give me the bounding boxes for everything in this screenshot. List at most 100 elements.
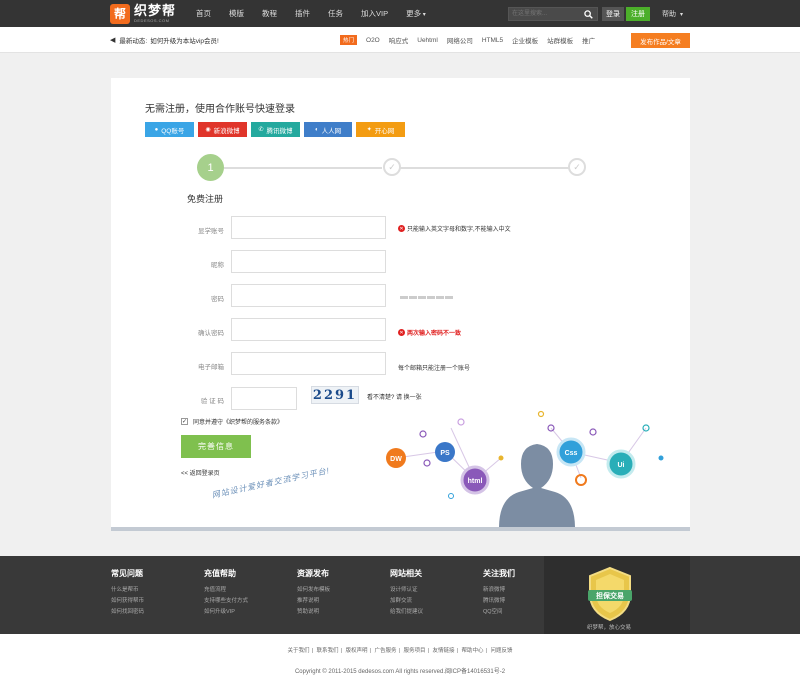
footer: 常见问题 什么是帮币 如何获得帮币 如何找回密码 充值帮助 充值流程 支持哪些支… [0,556,800,634]
help-menu[interactable]: 帮助 [662,7,683,21]
confirm-password-input[interactable] [231,318,386,341]
link-services[interactable]: 服务项目 [403,648,425,654]
nav-more[interactable]: 更多 [406,8,426,19]
register-title: 免费注册 [187,194,224,204]
nav-home[interactable]: 首页 [196,8,211,19]
dw-label: DW [390,456,402,463]
kaixin-login-button[interactable]: ✦ 开心网 [356,122,405,137]
news-ticker: ◀ 最新动态: 如何升级为本站vip会员! [110,27,219,53]
tag-network-company[interactable]: 网络公司 [447,35,473,45]
link-feedback[interactable]: 问题反馈 [490,648,512,654]
logo-domain: DEDESOS.COM [134,18,170,23]
step-connector [400,167,572,169]
tag-html5[interactable]: HTML5 [482,37,503,44]
ps-label: PS [440,450,450,457]
slogan-text: 网站设计爱好者交流学习平台! [211,465,331,500]
nav-plugins[interactable]: 插件 [295,8,310,19]
nav-tasks[interactable]: 任务 [328,8,343,19]
footer-col-faq: 常见问题 什么是帮币 如何获得帮币 如何找回密码 [111,569,145,615]
html-label: html [468,478,483,485]
network-illustration: DW PS html Css Ui [386,410,664,527]
link-copyright[interactable]: 版权声明 [346,648,368,654]
email-label: 电子邮箱 [198,364,224,371]
password-strength-meter [400,296,454,299]
site-logo[interactable]: 帮 织梦帮 DEDESOS.COM [110,3,176,24]
step-2-check-icon: ✓ [383,158,401,176]
captcha-input[interactable] [231,387,297,410]
email-hint: 每个邮箱只能注册一个账号 [398,366,471,372]
qq-login-button[interactable]: ● QQ账号 [145,122,194,137]
complete-info-button[interactable]: 完善信息 [181,435,251,458]
renren-login-button[interactable]: ◐ 人人网 [304,122,352,137]
nav-templates[interactable]: 模版 [229,8,244,19]
css-label: Css [565,450,578,457]
search-icon[interactable] [582,8,594,20]
progress-steps: 1 ✓ ✓ [197,154,587,184]
link-contact[interactable]: 联系我们 [317,648,339,654]
back-to-login-link[interactable]: << 返回登录页 [181,468,220,477]
footer-col-follow: 关注我们 新浪微博 腾讯微博 QQ空间 [483,569,515,615]
register-card: 无需注册，使用合作账号快速登录 ● QQ账号 ◉ 新浪微博 ✆ 腾讯微博 ◐ 人人网 ✦… [111,78,690,531]
link-about[interactable]: 关于我们 [288,648,310,654]
quick-login-title: 无需注册，使用合作账号快速登录 [145,104,295,115]
email-input[interactable] [231,352,386,375]
weibo-login-button[interactable]: ◉ 新浪微博 [198,122,247,137]
footer-col-recharge: 充值帮助 充值流程 支持哪些支付方式 如何升级VIP [204,569,249,615]
sub-bar: ◀ 最新动态: 如何升级为本站vip会员! 热门 O2O 响应式 Uehtml … [0,27,800,53]
tag-promotion[interactable]: 推广 [582,35,595,45]
bottom-bar: 关于我们 | 联系我们 | 版权声明 | 广告服务 | 服务项目 | 友情链接 | 帮助中心… [0,634,800,685]
logo-name: 织梦帮 [134,3,177,18]
copyright-text: Copyright © 2011-2015 dedesos.com All ri… [294,669,506,675]
renren-icon: ◐ [314,126,319,133]
tencent-weibo-icon: ✆ [258,127,264,133]
footer-col-site: 网站相关 设计师认证 加群交流 给我们提建议 [390,569,424,615]
news-label: 最新动态: [119,38,148,45]
tag-site-group[interactable]: 站群模板 [547,35,573,45]
badge-text: 担保交易 [596,591,624,600]
tag-enterprise[interactable]: 企业模板 [512,35,538,45]
terms-agreement[interactable]: ✓ 同意并遵守《织梦帮的服务条款》 [181,417,283,426]
qq-icon: ● [154,126,159,133]
nickname-input[interactable] [231,250,386,273]
login-button[interactable]: 登录 [602,7,624,21]
nickname-label: 昵称 [211,262,224,269]
tag-o2o[interactable]: O2O [366,37,380,44]
publish-button[interactable]: 发布作品/文章 [631,33,690,48]
error-icon: ✕ [398,225,405,232]
ui-label: Ui [618,462,625,469]
news-link[interactable]: 如何升级为本站vip会员! [150,35,219,45]
social-login-buttons: ● QQ账号 ◉ 新浪微博 ✆ 腾讯微博 ◐ 人人网 ✦ 开心网 [145,122,409,137]
password-input[interactable] [231,284,386,307]
nav-tutorials[interactable]: 教程 [262,8,277,19]
kaixin-icon: ✦ [366,127,372,133]
footer-links: 关于我们 | 联系我们 | 版权声明 | 广告服务 | 服务项目 | 友情链接 | 帮助中心… [287,648,513,654]
footer-col-publish: 资源发布 如何发布模板 推荐说明 赞助说明 [297,569,331,615]
step-3-check-icon: ✓ [568,158,586,176]
step-1-indicator: 1 [197,154,224,181]
captcha-image[interactable]: 2291 [311,386,359,404]
captcha-label: 验 证 码 [200,398,224,405]
error-icon: ✕ [398,329,405,336]
nav-join-vip[interactable]: 加入VIP [361,8,388,19]
password-label: 密码 [211,296,224,303]
link-help-center[interactable]: 帮助中心 [461,648,483,654]
tencent-weibo-login-button[interactable]: ✆ 腾讯微博 [251,122,300,137]
shield-icon: 担保交易 [588,566,632,622]
tag-responsive[interactable]: 响应式 [389,35,409,45]
hot-badge: 热门 [340,35,358,45]
guarantee-badge-area: 担保交易 织梦帮，放心交易 [544,556,690,634]
link-ads[interactable]: 广告服务 [375,648,397,654]
tag-uehtml[interactable]: Uehtml [417,37,438,44]
terms-checkbox[interactable]: ✓ [181,418,188,425]
captcha-refresh-link[interactable]: 看不清楚? 请 换一张 [367,392,422,401]
weibo-icon: ◉ [205,127,211,133]
register-button[interactable]: 注册 [626,7,650,21]
step-connector [224,167,382,169]
confirm-password-error: ✕ 两次输入密码不一致 [398,329,462,337]
confirm-password-label: 确认密码 [198,330,224,337]
link-friends[interactable]: 友情链接 [432,648,454,654]
username-input[interactable] [231,216,386,239]
logo-mark-icon: 帮 [110,3,130,24]
username-error: ✕ 只能输入英文字母和数字,不能输入中文 [398,225,511,233]
main-nav: 首页 模版 教程 插件 任务 加入VIP 更多 [196,0,444,27]
